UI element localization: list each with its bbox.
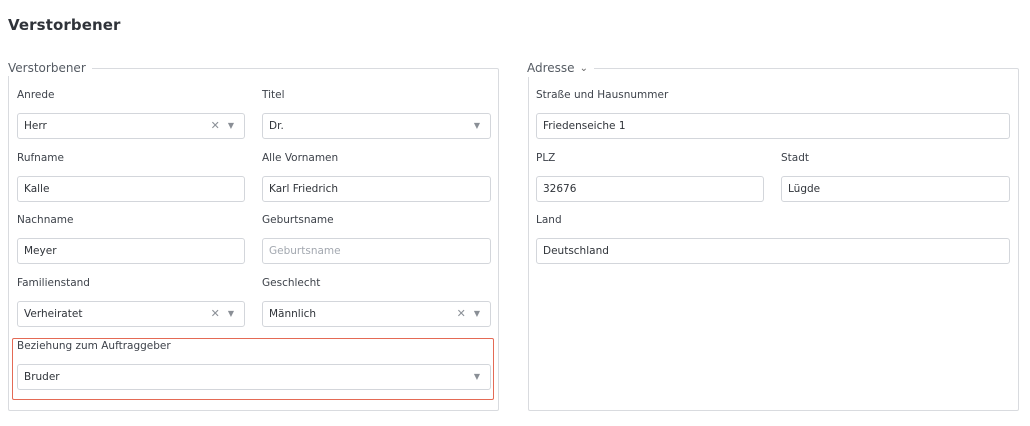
salutation-value: Herr bbox=[24, 120, 47, 132]
clear-x-icon[interactable]: ✕ bbox=[457, 307, 466, 320]
page-title: Verstorbener bbox=[8, 16, 121, 34]
chevron-down-icon[interactable]: ⌄ bbox=[580, 61, 588, 77]
salutation-field: Anrede Herr ✕ ▼ bbox=[17, 89, 245, 141]
gender-field: Geschlecht Männlich ✕ ▼ bbox=[262, 277, 491, 329]
last-name-field: Nachname Meyer bbox=[17, 214, 245, 266]
last-name-label: Nachname bbox=[17, 214, 74, 226]
city-field: Stadt Lügde bbox=[781, 152, 1010, 204]
title-field: Titel Dr. ▼ bbox=[262, 89, 491, 141]
title-select[interactable]: Dr. ▼ bbox=[262, 113, 491, 139]
all-first-names-input[interactable]: Karl Friedrich bbox=[262, 176, 491, 202]
marital-status-field: Familienstand Verheiratet ✕ ▼ bbox=[17, 277, 245, 329]
first-name-label: Rufname bbox=[17, 152, 64, 164]
caret-down-icon[interactable]: ▼ bbox=[228, 121, 234, 130]
zip-label: PLZ bbox=[536, 152, 556, 164]
salutation-label: Anrede bbox=[17, 89, 55, 101]
clear-x-icon[interactable]: ✕ bbox=[211, 307, 220, 320]
title-value: Dr. bbox=[269, 120, 284, 132]
last-name-input[interactable]: Meyer bbox=[17, 238, 245, 264]
caret-down-icon[interactable]: ▼ bbox=[474, 121, 480, 130]
first-name-field: Rufname Kalle bbox=[17, 152, 245, 204]
address-legend-label: Adresse bbox=[527, 61, 575, 75]
birth-name-input[interactable]: Geburtsname bbox=[262, 238, 491, 264]
relationship-value: Bruder bbox=[24, 371, 60, 383]
marital-status-label: Familienstand bbox=[17, 277, 90, 289]
caret-down-icon[interactable]: ▼ bbox=[474, 309, 480, 318]
marital-status-select[interactable]: Verheiratet ✕ ▼ bbox=[17, 301, 245, 327]
zip-input[interactable]: 32676 bbox=[536, 176, 764, 202]
country-label: Land bbox=[536, 214, 562, 226]
all-first-names-field: Alle Vornamen Karl Friedrich bbox=[262, 152, 491, 204]
relationship-field: Beziehung zum Auftraggeber Bruder ▼ bbox=[17, 340, 491, 392]
caret-down-icon[interactable]: ▼ bbox=[474, 372, 480, 381]
deceased-legend: Verstorbener bbox=[8, 60, 92, 76]
salutation-select[interactable]: Herr ✕ ▼ bbox=[17, 113, 245, 139]
marital-status-value: Verheiratet bbox=[24, 308, 83, 320]
birth-name-label: Geburtsname bbox=[262, 214, 334, 226]
street-field: Straße und Hausnummer Friedenseiche 1 bbox=[536, 89, 1010, 141]
city-input[interactable]: Lügde bbox=[781, 176, 1010, 202]
caret-down-icon[interactable]: ▼ bbox=[228, 309, 234, 318]
country-field: Land Deutschland bbox=[536, 214, 1010, 266]
relationship-select[interactable]: Bruder ▼ bbox=[17, 364, 491, 390]
first-name-input[interactable]: Kalle bbox=[17, 176, 245, 202]
street-input[interactable]: Friedenseiche 1 bbox=[536, 113, 1010, 139]
gender-label: Geschlecht bbox=[262, 277, 321, 289]
gender-value: Männlich bbox=[269, 308, 317, 320]
zip-field: PLZ 32676 bbox=[536, 152, 764, 204]
all-first-names-label: Alle Vornamen bbox=[262, 152, 339, 164]
address-legend[interactable]: Adresse ⌄ bbox=[527, 60, 594, 77]
street-label: Straße und Hausnummer bbox=[536, 89, 669, 101]
clear-x-icon[interactable]: ✕ bbox=[211, 119, 220, 132]
city-label: Stadt bbox=[781, 152, 809, 164]
title-label: Titel bbox=[262, 89, 285, 101]
country-input[interactable]: Deutschland bbox=[536, 238, 1010, 264]
birth-name-field: Geburtsname Geburtsname bbox=[262, 214, 491, 266]
relationship-label: Beziehung zum Auftraggeber bbox=[17, 340, 171, 352]
gender-select[interactable]: Männlich ✕ ▼ bbox=[262, 301, 491, 327]
